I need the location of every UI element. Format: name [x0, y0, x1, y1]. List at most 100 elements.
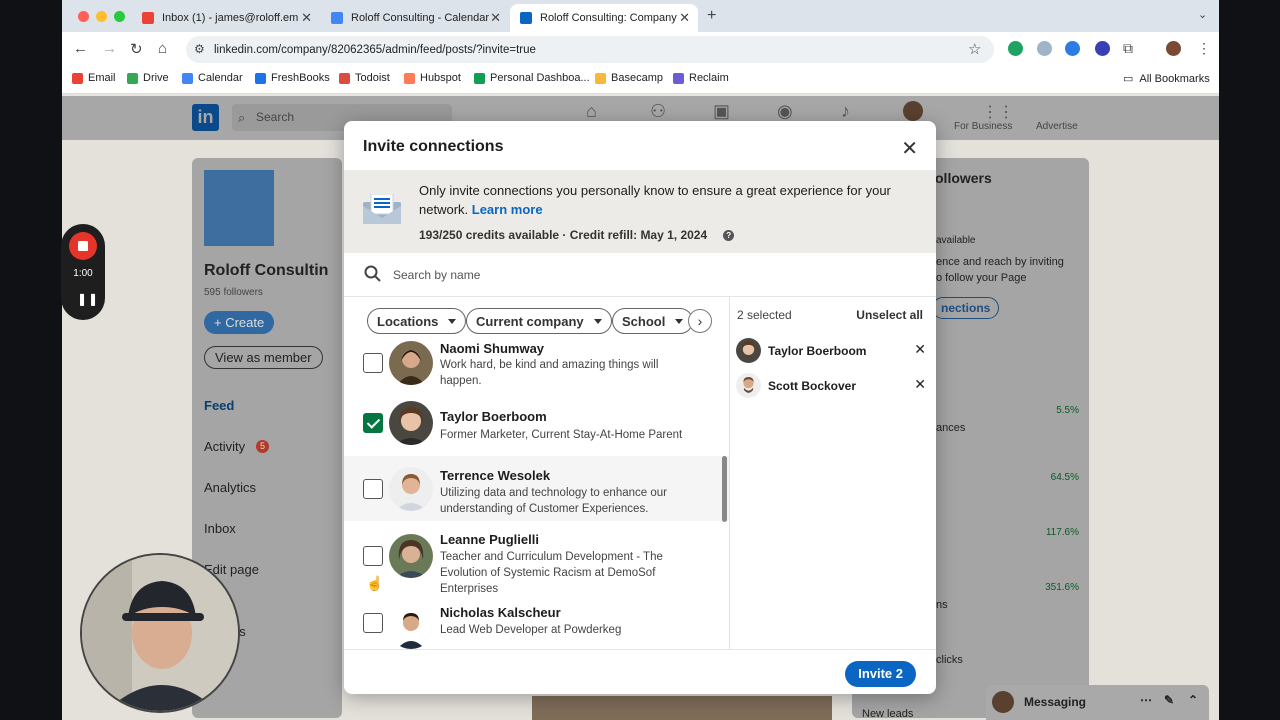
extension-icon[interactable]	[1095, 41, 1110, 56]
jobs-nav-icon[interactable]: ▣	[713, 101, 730, 122]
kebab-menu-icon[interactable]: ⋮	[1197, 40, 1211, 57]
unselect-all-button[interactable]: Unselect all	[856, 308, 923, 322]
back-arrow-icon[interactable]: ←	[73, 40, 88, 57]
bookmark-label: Personal Dashboa...	[490, 72, 590, 84]
connection-checkbox[interactable]	[363, 353, 383, 373]
close-tab-icon[interactable]: ✕	[490, 10, 501, 26]
bookmark-email[interactable]: Email	[72, 72, 116, 84]
compose-icon[interactable]: ✎	[1164, 693, 1174, 707]
filter-school[interactable]: School	[612, 308, 694, 334]
notifications-bell-icon[interactable]: ♪	[841, 101, 850, 122]
bookmark-label: Todoist	[355, 72, 390, 84]
remove-selection-icon[interactable]: ✕	[914, 341, 926, 358]
browser-toolbar: ← → ↻ ⌂ ⚙ linkedin.com/company/82062365/…	[62, 32, 1219, 66]
screen-recorder-controls: 1:00 ❚❚	[61, 224, 105, 320]
browser-tab-gmail[interactable]: Inbox (1) - james@roloff.em ✕	[132, 4, 320, 32]
search-by-name-input[interactable]	[393, 265, 873, 285]
chevron-up-icon[interactable]: ⌃	[1188, 693, 1198, 707]
bookmark-freshbooks[interactable]: FreshBooks	[255, 72, 330, 84]
list-scrollbar[interactable]	[722, 456, 727, 522]
list-item[interactable]: Nicholas Kalscheur Lead Web Developer at…	[344, 603, 729, 651]
me-avatar[interactable]	[903, 101, 923, 121]
maximize-window-button[interactable]	[114, 11, 125, 22]
bookmark-personal-dashboard[interactable]: Personal Dashboa...	[474, 72, 590, 84]
grammarly-extension-icon[interactable]	[1008, 41, 1023, 56]
grid-apps-icon[interactable]: ⋮⋮	[982, 102, 1014, 122]
bookmark-calendar[interactable]: Calendar	[182, 72, 243, 84]
advertise-link[interactable]: Advertise	[1036, 121, 1078, 132]
avatar	[389, 467, 433, 511]
caret-down-icon	[593, 318, 602, 324]
calendar-icon	[331, 12, 343, 24]
close-tab-icon[interactable]: ✕	[679, 10, 690, 26]
all-bookmarks[interactable]: ▭ All Bookmarks	[1123, 72, 1210, 86]
list-item[interactable]: Leanne Puglielli Teacher and Curriculum …	[344, 524, 729, 596]
reload-icon[interactable]: ↻	[130, 40, 143, 58]
invite-connections-button[interactable]: nections	[932, 297, 1000, 319]
view-as-member-button[interactable]: View as member	[204, 346, 323, 369]
network-nav-icon[interactable]: ⚇	[650, 101, 666, 122]
tab-search-chevron-icon[interactable]: ⌄	[1198, 8, 1207, 21]
connection-checkbox[interactable]	[363, 613, 383, 633]
puzzle-extensions-icon[interactable]: ⧉	[1123, 40, 1133, 57]
extension-icon[interactable]	[1037, 41, 1052, 56]
home-nav-icon[interactable]: ⌂	[586, 101, 597, 122]
profile-avatar[interactable]	[1166, 41, 1181, 56]
list-item[interactable]: Taylor Boerboom Former Marketer, Current…	[344, 401, 729, 453]
help-icon[interactable]: ?	[723, 229, 735, 241]
messaging-nav-icon[interactable]: ◉	[777, 101, 793, 122]
nav-inbox[interactable]: Inbox	[204, 521, 236, 536]
site-info-icon[interactable]: ⚙	[194, 42, 205, 56]
bookmark-star-icon[interactable]: ☆	[968, 40, 981, 58]
connections-list[interactable]: Naomi Shumway Work hard, be kind and ama…	[344, 341, 729, 651]
avatar	[389, 341, 433, 385]
list-item[interactable]: Naomi Shumway Work hard, be kind and ama…	[344, 341, 729, 393]
modal-footer: Invite 2	[344, 649, 936, 694]
for-business-link[interactable]: For Business	[954, 121, 1012, 132]
connection-checkbox[interactable]	[363, 546, 383, 566]
nav-analytics[interactable]: Analytics	[204, 480, 256, 495]
bookmark-drive[interactable]: Drive	[127, 72, 169, 84]
learn-more-link[interactable]: Learn more	[472, 202, 543, 217]
forward-arrow-icon[interactable]: →	[102, 40, 117, 57]
close-icon[interactable]: ✕	[901, 136, 918, 161]
messaging-bar[interactable]: Messaging ⋯ ✎ ⌃	[986, 685, 1209, 720]
avatar	[389, 401, 433, 445]
bookmark-label: Basecamp	[611, 72, 663, 84]
filter-locations[interactable]: Locations	[367, 308, 467, 334]
address-bar[interactable]: ⚙ linkedin.com/company/82062365/admin/fe…	[186, 36, 994, 63]
bookmark-reclaim[interactable]: Reclaim	[673, 72, 729, 84]
filter-current-company[interactable]: Current company	[466, 308, 612, 334]
new-tab-button[interactable]: +	[707, 7, 716, 25]
invite-button[interactable]: Invite 2	[845, 661, 916, 687]
extension-icon[interactable]	[1065, 41, 1080, 56]
connection-checkbox[interactable]	[363, 479, 383, 499]
more-icon[interactable]: ⋯	[1140, 693, 1152, 707]
browser-tab-calendar[interactable]: Roloff Consulting - Calendar ✕	[321, 4, 509, 32]
bookmark-todoist[interactable]: Todoist	[339, 72, 390, 84]
connection-checkbox[interactable]	[363, 413, 383, 433]
create-button[interactable]: + Create	[204, 311, 275, 334]
stop-recording-button[interactable]	[69, 232, 97, 260]
close-tab-icon[interactable]: ✕	[301, 10, 312, 26]
remove-selection-icon[interactable]: ✕	[914, 376, 926, 393]
filter-label: School	[622, 313, 666, 329]
minimize-window-button[interactable]	[96, 11, 107, 22]
credits-text: 193/250 credits available · Credit refil…	[419, 228, 708, 242]
nav-activity[interactable]: Activity	[204, 439, 245, 454]
nav-feed[interactable]: Feed	[204, 398, 234, 413]
pause-icon[interactable]: ❚❚	[77, 292, 99, 306]
browser-tab-linkedin[interactable]: Roloff Consulting: Company ✕	[510, 4, 698, 32]
home-icon[interactable]: ⌂	[158, 40, 167, 57]
chevron-right-icon[interactable]: ›	[688, 309, 712, 333]
connection-name: Leanne Puglielli	[440, 532, 539, 547]
stat-label: New leads	[862, 708, 914, 720]
connection-name: Naomi Shumway	[440, 341, 545, 356]
avatar	[389, 605, 433, 649]
linkedin-logo-icon[interactable]: in	[192, 104, 219, 131]
bookmark-hubspot[interactable]: Hubspot	[404, 72, 461, 84]
bookmark-basecamp[interactable]: Basecamp	[595, 72, 663, 84]
hubspot-icon	[404, 72, 415, 84]
list-item[interactable]: Terrence Wesolek Utilizing data and tech…	[344, 456, 729, 521]
close-window-button[interactable]	[78, 11, 89, 22]
